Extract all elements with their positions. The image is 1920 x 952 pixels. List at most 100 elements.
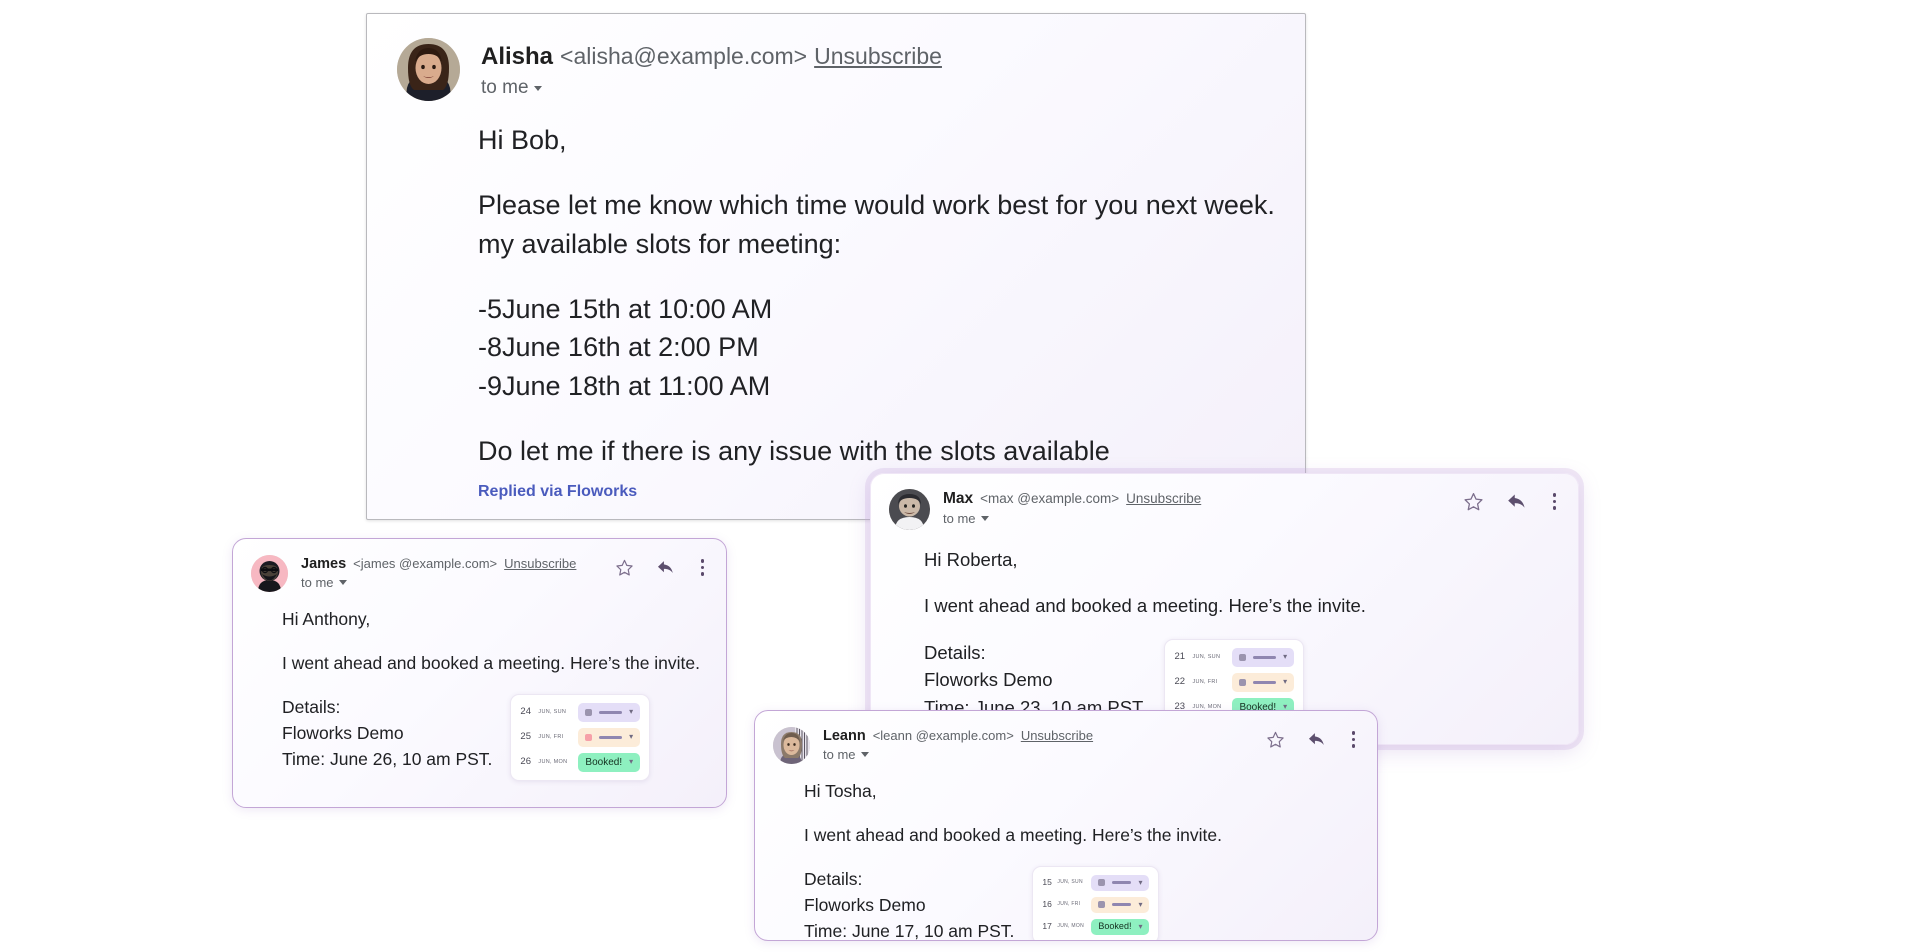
email-header: Max <max @example.com> Unsubscribe to me — [871, 474, 1578, 530]
header-actions — [1266, 729, 1360, 750]
star-icon[interactable] — [615, 558, 634, 577]
calendar-slot-bar[interactable]: ▾ — [1232, 647, 1295, 667]
chevron-down-icon[interactable]: ▾ — [1138, 900, 1142, 909]
chevron-down-icon[interactable] — [533, 85, 542, 91]
recipient-row[interactable]: to me — [943, 511, 1463, 526]
recipient-row[interactable]: to me — [301, 575, 615, 590]
recipient-label: to me — [943, 511, 976, 526]
calendar-row[interactable]: 26 JUN, MON Booked! ▾ — [520, 752, 641, 772]
chevron-down-icon[interactable] — [338, 580, 347, 585]
chevron-down-icon[interactable]: ▾ — [629, 758, 633, 766]
calendar-day-number: 26 — [520, 755, 531, 767]
more-vertical-icon[interactable] — [1348, 729, 1360, 750]
calendar-day-number: 21 — [1174, 650, 1186, 662]
calendar-slot-bar[interactable]: ▾ — [1091, 896, 1150, 913]
chevron-down-icon[interactable] — [980, 516, 989, 521]
greeting: Hi Anthony, — [282, 609, 371, 629]
meeting-details: Details: Floworks Demo Time: June 17, 10… — [804, 868, 1015, 941]
slot-item: -5June 15th at 10:00 AM — [478, 293, 773, 324]
details-row: Details: Floworks Demo Time: June 26, 10… — [282, 693, 708, 781]
calendar-day-label: JUN, MON — [1057, 922, 1084, 929]
recipient-row[interactable]: to me — [481, 77, 1305, 99]
unsubscribe-link[interactable]: Unsubscribe — [1126, 491, 1201, 506]
closing-line: Do let me if there is any issue with the… — [478, 435, 1110, 466]
unsubscribe-link[interactable]: Unsubscribe — [814, 43, 942, 70]
chevron-down-icon[interactable]: ▾ — [1283, 678, 1287, 686]
avatar-image-james — [251, 555, 288, 592]
details-row: Details: Floworks Demo Time: June 17, 10… — [804, 865, 1359, 941]
sender-email: <alisha@example.com> — [560, 43, 808, 69]
calendar-day-number: 24 — [520, 705, 531, 717]
avatar — [397, 38, 460, 101]
chevron-down-icon[interactable]: ▾ — [1138, 922, 1142, 931]
email-body: Hi Tosha, I went ahead and booked a meet… — [755, 764, 1377, 941]
sender-line: Alisha <alisha@example.com> Unsubscribe — [481, 43, 1305, 71]
avatar-image-alisha — [397, 38, 460, 101]
calendar-slot-bar-booked[interactable]: Booked! ▾ — [578, 752, 641, 772]
chevron-down-icon[interactable]: ▾ — [1138, 878, 1142, 887]
chevron-down-icon[interactable]: ▾ — [629, 708, 633, 716]
calendar-slot-bar[interactable]: ▾ — [578, 727, 641, 747]
calendar-day-label: JUN, SUN — [1057, 878, 1083, 885]
calendar-row[interactable]: 21 JUN, SUN ▾ — [1174, 647, 1295, 667]
email-card-leann[interactable]: Leann <leann @example.com> Unsubscribe t… — [754, 710, 1378, 941]
calendar-day-number: 22 — [1174, 675, 1186, 687]
calendar-row[interactable]: 17 JUN, MON Booked! ▾ — [1042, 918, 1150, 935]
email-card-alisha[interactable]: Alisha <alisha@example.com> Unsubscribe … — [366, 13, 1306, 520]
sender-line: James <james @example.com> Unsubscribe — [301, 556, 615, 572]
greeting: Hi Bob, — [478, 125, 567, 155]
more-vertical-icon[interactable] — [1549, 491, 1561, 512]
calendar-slot-bar[interactable]: ▾ — [1232, 672, 1295, 692]
calendar-slot-bar[interactable]: ▾ — [578, 702, 641, 722]
body-paragraph: I went ahead and booked a meeting. Here’… — [804, 824, 1223, 845]
sender-name: Leann — [823, 728, 866, 744]
sender-name: Max — [943, 490, 974, 507]
chevron-down-icon[interactable] — [860, 752, 869, 757]
calendar-day-label: JUN, FRI — [1192, 678, 1218, 685]
calendar-widget[interactable]: 24 JUN, SUN ▾ 25 JUN, FRI ▾ 26 JUN, MON … — [510, 693, 651, 781]
avatar-image-leann — [773, 727, 810, 764]
unsubscribe-link[interactable]: Unsubscribe — [504, 556, 576, 571]
chevron-down-icon[interactable]: ▾ — [1283, 653, 1287, 661]
more-vertical-icon[interactable] — [697, 557, 709, 578]
slot-dot-icon — [1239, 678, 1247, 686]
calendar-day-label: JUN, MON — [538, 758, 568, 765]
sender-name: Alisha — [481, 43, 554, 70]
avatar — [889, 489, 930, 530]
calendar-row[interactable]: 24 JUN, SUN ▾ — [520, 702, 641, 722]
sender-name: James — [301, 556, 347, 572]
body-paragraph: Please let me know which time would work… — [478, 190, 1275, 259]
star-icon[interactable] — [1266, 730, 1285, 749]
slot-item: -8June 16th at 2:00 PM — [478, 332, 759, 363]
avatar — [773, 727, 810, 764]
calendar-slot-bar[interactable]: ▾ — [1091, 874, 1150, 891]
replied-via-floworks-link[interactable]: Replied via Floworks — [478, 483, 637, 501]
calendar-row[interactable]: 16 JUN, FRI ▾ — [1042, 896, 1150, 913]
slot-dot-icon — [585, 708, 593, 716]
star-icon[interactable] — [1463, 491, 1484, 512]
booked-label: Booked! — [585, 756, 623, 768]
email-card-max[interactable]: Max <max @example.com> Unsubscribe to me — [870, 473, 1579, 745]
calendar-row[interactable]: 25 JUN, FRI ▾ — [520, 727, 641, 747]
body-paragraph: I went ahead and booked a meeting. Here’… — [924, 595, 1366, 617]
calendar-day-number: 15 — [1042, 877, 1052, 888]
reply-icon[interactable] — [1307, 730, 1326, 749]
email-body: Hi Anthony, I went ahead and booked a me… — [233, 592, 726, 781]
email-card-james[interactable]: James <james @example.com> Unsubscribe t… — [232, 538, 727, 808]
calendar-day-number: 16 — [1042, 899, 1052, 910]
sender-email: <max @example.com> — [980, 491, 1120, 506]
slot-line — [1253, 655, 1277, 659]
reply-icon[interactable] — [656, 558, 675, 577]
unsubscribe-link[interactable]: Unsubscribe — [1021, 728, 1093, 743]
calendar-widget[interactable]: 15 JUN, SUN ▾ 16 JUN, FRI ▾ 17 JUN, MON … — [1032, 865, 1160, 940]
calendar-row[interactable]: 22 JUN, FRI ▾ — [1174, 672, 1295, 692]
recipient-row[interactable]: to me — [823, 747, 1266, 762]
calendar-row[interactable]: 15 JUN, SUN ▾ — [1042, 874, 1150, 891]
chevron-down-icon[interactable]: ▾ — [629, 733, 633, 741]
calendar-slot-bar-booked[interactable]: Booked! ▾ — [1091, 918, 1150, 935]
reply-icon[interactable] — [1506, 491, 1527, 512]
